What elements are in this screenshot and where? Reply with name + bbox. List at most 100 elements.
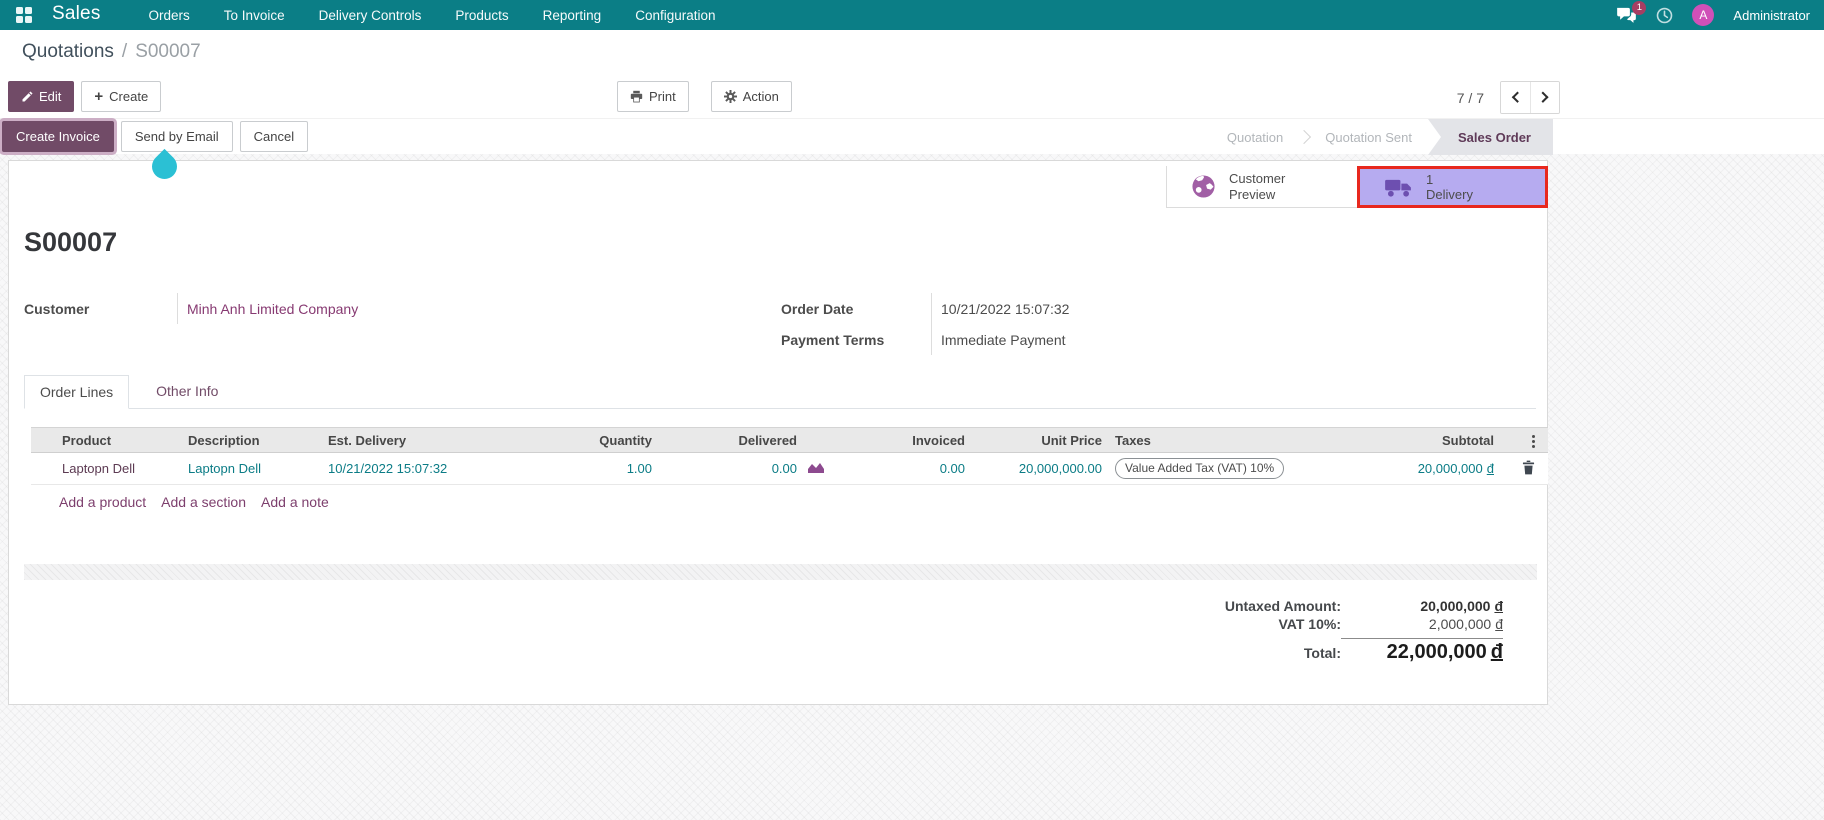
column-header-unit-price[interactable]: Unit Price — [969, 433, 1106, 448]
total-value: 22,000,000đ — [1341, 641, 1503, 664]
smart-buttons: Customer Preview 1 Delivery — [1166, 166, 1548, 208]
cell-delivered[interactable]: 0.00 — [656, 461, 801, 476]
stage-sales-order[interactable]: Sales Order — [1428, 119, 1553, 155]
optional-columns-icon[interactable] — [1532, 435, 1535, 448]
tab-order-lines[interactable]: Order Lines — [24, 375, 129, 409]
column-header-product[interactable]: Product — [58, 433, 184, 448]
pager-previous-button[interactable] — [1501, 82, 1530, 113]
delivery-label: Delivery — [1426, 187, 1473, 203]
control-panel: Edit + Create Print — [0, 74, 1824, 118]
section-separator — [24, 564, 1537, 580]
table-header-row: Product Description Est. Delivery Quanti… — [31, 427, 1548, 453]
chevron-right-icon — [1538, 92, 1550, 104]
print-label: Print — [649, 89, 676, 104]
print-button[interactable]: Print — [617, 81, 689, 112]
subtotal-currency: đ — [1487, 461, 1494, 476]
navbar-right: 1 A Administrator — [1616, 4, 1810, 26]
cell-unit-price[interactable]: 20,000,000.00 — [969, 461, 1106, 476]
statusbar: Create Invoice Send by Email Cancel Quot… — [0, 118, 1824, 154]
total-separator — [1341, 638, 1503, 639]
order-date-value: 10/21/2022 15:07:32 — [941, 293, 1069, 324]
menu-reporting[interactable]: Reporting — [543, 8, 602, 23]
column-header-est-delivery[interactable]: Est. Delivery — [324, 433, 534, 448]
menu-products[interactable]: Products — [455, 8, 508, 23]
stage-quotation[interactable]: Quotation — [1211, 119, 1299, 155]
pager: 7 / 7 — [1457, 81, 1560, 114]
table-footer-links: Add a product Add a section Add a note — [31, 485, 1548, 510]
customer-value[interactable]: Minh Anh Limited Company — [187, 293, 358, 324]
tab-other-info[interactable]: Other Info — [141, 375, 233, 409]
menu-configuration[interactable]: Configuration — [635, 8, 715, 23]
payment-terms-label: Payment Terms — [781, 324, 931, 355]
untaxed-amount-value: 20,000,000đ — [1341, 598, 1503, 614]
cell-description[interactable]: Laptopn Dell — [184, 461, 324, 476]
table-row[interactable]: Laptopn Dell Laptopn Dell 10/21/2022 15:… — [31, 453, 1548, 485]
send-by-email-button[interactable]: Send by Email — [121, 121, 233, 152]
add-a-product-link[interactable]: Add a product — [59, 494, 146, 510]
pager-next-button[interactable] — [1530, 82, 1559, 113]
column-header-quantity[interactable]: Quantity — [534, 433, 656, 448]
totals-block: Untaxed Amount: 20,000,000đ VAT 10%: 2,0… — [1225, 598, 1503, 664]
forecast-chart-icon[interactable] — [808, 461, 824, 473]
cancel-button[interactable]: Cancel — [240, 121, 308, 152]
app-name[interactable]: Sales — [52, 3, 101, 25]
activities-icon[interactable] — [1656, 7, 1673, 24]
total-label: Total: — [1225, 645, 1341, 661]
stage-pipeline: Quotation Quotation Sent Sales Order — [1211, 119, 1553, 155]
menu-delivery-controls[interactable]: Delivery Controls — [319, 8, 422, 23]
payment-terms-value: Immediate Payment — [941, 324, 1069, 355]
create-invoice-button[interactable]: Create Invoice — [2, 121, 114, 152]
pencil-icon — [21, 91, 33, 103]
create-label: Create — [109, 89, 148, 104]
breadcrumb-quotations[interactable]: Quotations — [22, 41, 114, 63]
column-header-delivered[interactable]: Delivered — [656, 433, 801, 448]
column-header-invoiced[interactable]: Invoiced — [836, 433, 969, 448]
trash-icon[interactable] — [1522, 460, 1535, 475]
messages-icon[interactable]: 1 — [1616, 7, 1637, 24]
customer-preview-line2: Preview — [1229, 187, 1285, 203]
order-lines-table: Product Description Est. Delivery Quanti… — [31, 427, 1548, 510]
vat-value: 2,000,000đ — [1341, 616, 1503, 632]
add-a-section-link[interactable]: Add a section — [161, 494, 246, 510]
action-label: Action — [743, 89, 779, 104]
tax-pill[interactable]: Value Added Tax (VAT) 10% — [1115, 458, 1284, 479]
order-title: S00007 — [24, 227, 117, 258]
add-a-note-link[interactable]: Add a note — [261, 494, 329, 510]
user-name[interactable]: Administrator — [1733, 8, 1810, 23]
column-header-subtotal[interactable]: Subtotal — [1359, 433, 1498, 448]
globe-icon — [1191, 174, 1216, 199]
cell-invoiced[interactable]: 0.00 — [836, 461, 969, 476]
column-header-taxes[interactable]: Taxes — [1106, 433, 1359, 448]
notebook-tabs: Order Lines Other Info — [24, 375, 1536, 409]
main-menu: Orders To Invoice Delivery Controls Prod… — [149, 8, 716, 23]
top-navbar: Sales Orders To Invoice Delivery Control… — [0, 0, 1824, 30]
avatar[interactable]: A — [1692, 4, 1714, 26]
customer-preview-line1: Customer — [1229, 171, 1285, 187]
truck-icon — [1384, 177, 1413, 198]
sales-order-page: Sales Orders To Invoice Delivery Control… — [0, 0, 1824, 820]
customer-preview-button[interactable]: Customer Preview — [1166, 166, 1357, 208]
stage-quotation-sent[interactable]: Quotation Sent — [1309, 119, 1428, 155]
pager-count: 7 / 7 — [1457, 90, 1484, 106]
edit-button[interactable]: Edit — [8, 81, 74, 112]
menu-to-invoice[interactable]: To Invoice — [224, 8, 285, 23]
breadcrumb-separator: / — [122, 41, 127, 63]
order-date-label: Order Date — [781, 293, 931, 324]
column-header-description[interactable]: Description — [184, 433, 324, 448]
chevron-left-icon — [1511, 92, 1523, 104]
apps-menu-icon[interactable] — [16, 7, 32, 23]
cell-subtotal: 20,000,000đ — [1359, 461, 1498, 476]
customer-label: Customer — [24, 293, 177, 324]
action-button[interactable]: Action — [711, 81, 792, 112]
cell-product[interactable]: Laptopn Dell — [58, 461, 184, 476]
delivery-count: 1 — [1426, 172, 1473, 188]
edit-label: Edit — [39, 89, 61, 104]
gear-icon — [724, 90, 737, 103]
plus-icon: + — [94, 92, 103, 102]
delivery-smart-button[interactable]: 1 Delivery — [1357, 166, 1548, 208]
cell-quantity[interactable]: 1.00 — [534, 461, 656, 476]
create-button[interactable]: + Create — [81, 81, 161, 112]
messages-badge: 1 — [1632, 1, 1646, 15]
cell-est-delivery[interactable]: 10/21/2022 15:07:32 — [324, 461, 534, 476]
menu-orders[interactable]: Orders — [149, 8, 190, 23]
